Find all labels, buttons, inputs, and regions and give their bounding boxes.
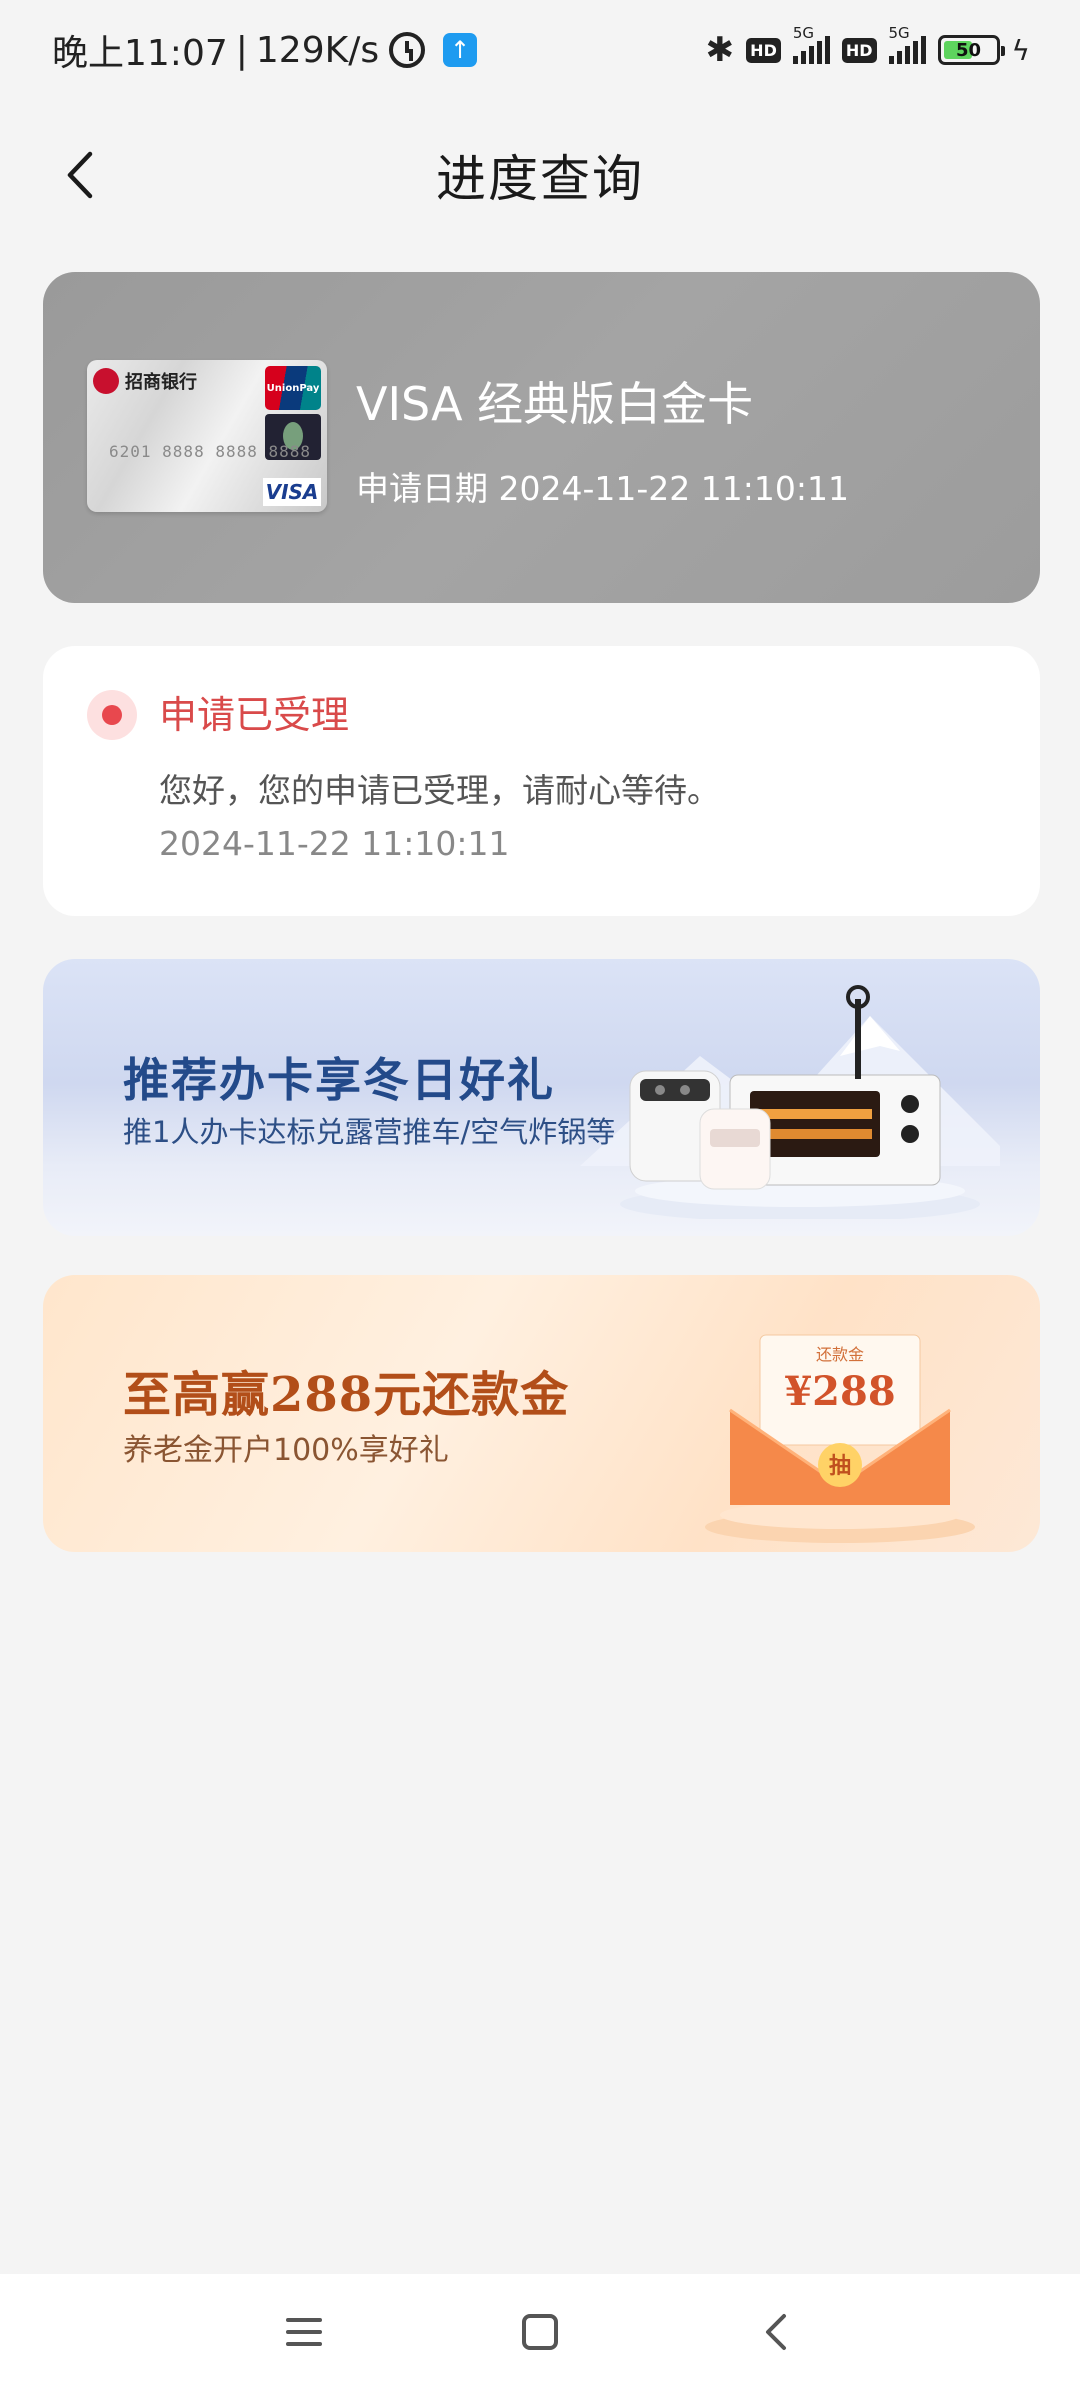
visa-logo: VISA <box>263 478 321 506</box>
upload-icon: ↑ <box>443 33 478 67</box>
red-envelope-icon: 还款金 ¥288 抽 <box>705 1334 975 1543</box>
status-bar: 晚上11:07 | 129K/s ↑ ✱ HD 5G HD 5G 50 ϟ <box>0 0 1080 100</box>
repayment-banner-title: 至高赢288元还款金 <box>123 1367 570 1423</box>
signal-icon-2: 5G <box>888 24 926 64</box>
envelope-amount: ¥288 <box>784 1368 895 1415</box>
apply-date-label: 申请日期 <box>356 469 488 508</box>
repayment-banner-subtitle: 养老金开户100%享好礼 <box>123 1433 449 1468</box>
menu-button[interactable] <box>274 2302 334 2362</box>
progress-card: 申请已受理 您好，您的申请已受理，请耐心等待。 2024-11-22 11:10… <box>43 646 1040 916</box>
status-dot-icon <box>87 690 137 740</box>
progress-title: 申请已受理 <box>159 693 350 737</box>
back-button[interactable] <box>56 148 110 202</box>
progress-time: 2024-11-22 11:10:11 <box>159 824 510 863</box>
progress-message: 您好，您的申请已受理，请耐心等待。 <box>159 771 720 810</box>
page-header: 进度查询 <box>0 120 1080 230</box>
card-text: VISA 经典版白金卡 申请日期 2024-11-22 11:10:11 <box>356 368 849 510</box>
referral-banner-subtitle: 推1人办卡达标兑露营推车/空气炸锅等 <box>123 1115 616 1149</box>
card-name: VISA 经典版白金卡 <box>356 377 754 431</box>
repayment-bonus-banner[interactable]: 还款金 ¥288 抽 至高赢288元还款金 养老金开户100%享好礼 <box>43 1275 1040 1552</box>
battery-icon: 50 <box>937 35 1005 65</box>
credit-card-image: 招商银行 UnionPay 6201 8888 8888 8888 VISA <box>87 360 327 512</box>
status-time: 晚上11:07 <box>52 33 228 74</box>
apply-date: 申请日期 2024-11-22 11:10:11 <box>356 462 849 510</box>
bank-logo-icon <box>93 368 119 394</box>
bluetooth-icon: ✱ <box>705 30 735 70</box>
back-icon <box>766 2314 786 2350</box>
home-icon <box>522 2314 558 2350</box>
system-back-button[interactable] <box>746 2302 806 2362</box>
status-right: ✱ HD 5G HD 5G 50 ϟ <box>705 24 1030 70</box>
alarm-icon <box>389 32 426 68</box>
status-left: 晚上11:07 | 129K/s ↑ <box>52 24 478 76</box>
referral-banner-title: 推荐办卡享冬日好礼 <box>123 1053 555 1107</box>
charging-icon: ϟ <box>1011 33 1030 67</box>
chevron-left-icon <box>67 151 93 199</box>
system-nav-bar <box>0 2274 1080 2400</box>
card-summary: 招商银行 UnionPay 6201 8888 8888 8888 VISA V… <box>43 272 1040 603</box>
card-number: 6201 8888 8888 8888 <box>109 442 312 461</box>
card-bank-name: 招商银行 <box>125 372 197 393</box>
unionpay-logo: UnionPay <box>265 366 321 410</box>
appliances-illustration <box>620 985 980 1219</box>
hd-badge-1: HD <box>746 37 781 63</box>
envelope-draw-button: 抽 <box>829 1454 851 1479</box>
apply-date-value: 2024-11-22 11:10:11 <box>498 469 849 508</box>
envelope-label: 还款金 <box>816 1345 864 1364</box>
referral-banner[interactable]: 推荐办卡享冬日好礼 推1人办卡达标兑露营推车/空气炸锅等 <box>43 959 1040 1236</box>
home-button[interactable] <box>510 2302 570 2362</box>
status-separator: | <box>235 29 248 71</box>
signal-icon: 5G <box>792 24 830 64</box>
hd-badge-2: HD <box>841 37 877 63</box>
menu-icon <box>286 2318 322 2346</box>
network-speed: 129K/s <box>255 29 380 71</box>
page-title: 进度查询 <box>436 150 644 208</box>
